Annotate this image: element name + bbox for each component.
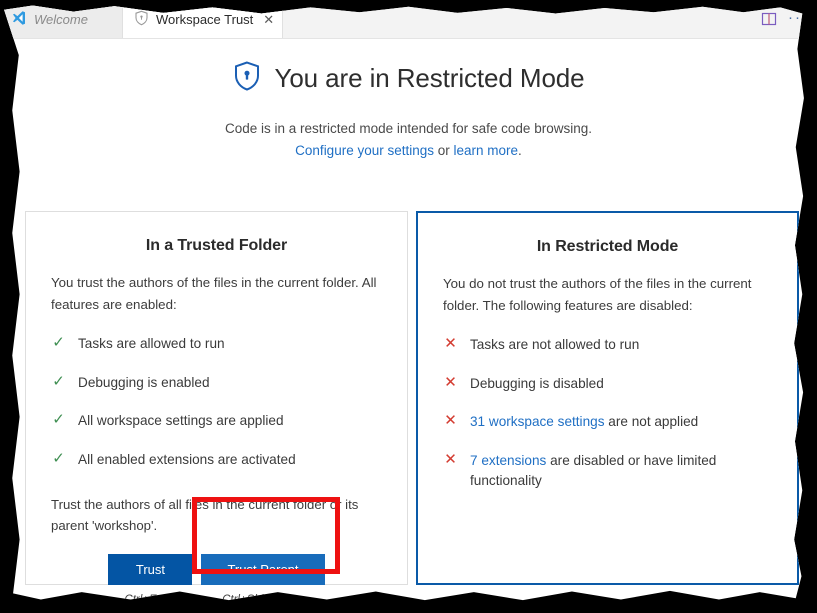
feature-text: are not applied [604, 414, 699, 430]
restricted-mode-panel: In Restricted Mode You do not trust the … [416, 211, 799, 585]
tab-workspace-trust[interactable]: Workspace Trust ✕ [123, 5, 283, 38]
trust-shortcut: Ctrl+Enter [124, 593, 177, 606]
list-item: ✓ Debugging is enabled [51, 373, 382, 393]
cross-icon: ✕ [444, 373, 457, 391]
screenshot-frame: Welcome Workspace Trust ✕ ··· You are in… [0, 0, 817, 613]
trust-parent-button[interactable]: Trust Parent [201, 553, 325, 585]
vscode-logo-icon [11, 10, 27, 29]
trust-parent-shortcut: Ctrl+Shift+Enter [222, 593, 304, 606]
tab-label: Workspace Trust [156, 11, 254, 27]
cross-icon: ✕ [444, 335, 457, 353]
trust-parent-button-group: Trust Parent Ctrl+Shift+Enter [201, 553, 325, 606]
check-icon: ✓ [52, 334, 65, 352]
subtitle-line-1: Code is in a restricted mode intended fo… [225, 121, 592, 136]
shield-lock-icon [232, 60, 262, 97]
feature-label: Debugging is disabled [470, 374, 772, 394]
list-item: ✓ All workspace settings are applied [51, 411, 382, 431]
trust-note: Trust the authors of all files in the cu… [51, 496, 359, 534]
feature-text: Tasks are not allowed to run [470, 337, 640, 353]
configure-settings-link[interactable]: Configure your settings [295, 143, 434, 158]
split-editor-icon[interactable] [760, 10, 778, 28]
title-row: You are in Restricted Mode [4, 60, 804, 97]
editor-tab-bar: Welcome Workspace Trust ✕ ··· [4, 5, 804, 39]
close-icon[interactable]: ✕ [263, 13, 274, 26]
restricted-feature-list: ✕ Tasks are not allowed to run ✕ Debuggi… [443, 335, 772, 491]
trusted-panel-title: In a Trusted Folder [145, 237, 288, 254]
tab-label: Welcome [34, 11, 88, 27]
trust-button-group: Trust Ctrl+Enter [108, 553, 193, 606]
trusted-feature-list: ✓ Tasks are allowed to run ✓ Debugging i… [51, 334, 382, 470]
feature-label: All enabled extensions are activated [78, 452, 296, 468]
subtitle-period: . [518, 143, 522, 159]
page-subtitle: Code is in a restricted mode intended fo… [4, 118, 804, 163]
trusted-panel-description: You trust the authors of the files in th… [51, 275, 377, 312]
check-icon: ✓ [52, 450, 65, 468]
feature-label: Debugging is enabled [78, 374, 210, 390]
list-item: ✕ 7 extensions are disabled or have limi… [443, 451, 772, 490]
feature-label: 7 extensions are disabled or have limite… [470, 451, 772, 490]
list-item: ✓ Tasks are allowed to run [51, 334, 382, 354]
list-item: ✕ Debugging is disabled [443, 374, 772, 394]
workspace-settings-link[interactable]: 31 workspace settings [470, 414, 605, 429]
subtitle-conjunction: or [434, 143, 454, 159]
restricted-panel-title: In Restricted Mode [536, 238, 679, 255]
editor-actions: ··· [760, 6, 804, 38]
trusted-folder-panel: In a Trusted Folder You trust the author… [25, 211, 408, 600]
more-actions-icon[interactable]: ··· [788, 10, 804, 29]
list-item: ✕ Tasks are not allowed to run [443, 335, 772, 355]
vscode-window: Welcome Workspace Trust ✕ ··· You are in… [4, 5, 804, 601]
extensions-link[interactable]: 7 extensions [470, 453, 546, 468]
check-icon: ✓ [52, 411, 65, 429]
cross-icon: ✕ [444, 412, 457, 430]
check-icon: ✓ [52, 372, 65, 390]
list-item: ✕ 31 workspace settings are not applied [443, 412, 772, 432]
restricted-panel-description: You do not trust the authors of the file… [443, 276, 752, 313]
subtitle-line-2: Configure your settings or learn more. [4, 140, 804, 162]
feature-label: All workspace settings are applied [78, 413, 284, 429]
feature-label: Tasks are allowed to run [78, 336, 225, 352]
learn-more-link[interactable]: learn more [454, 143, 519, 158]
page-title: You are in Restricted Mode [274, 63, 585, 93]
feature-label: 31 workspace settings are not applied [470, 412, 772, 432]
page-header: You are in Restricted Mode Code is in a … [4, 60, 804, 163]
feature-text: Debugging is disabled [470, 375, 604, 391]
trust-button-row: Trust Ctrl+Enter Trust Parent Ctrl+Shift… [51, 553, 382, 606]
tab-welcome[interactable]: Welcome [4, 5, 123, 38]
cross-icon: ✕ [444, 451, 457, 469]
list-item: ✓ All enabled extensions are activated [51, 450, 382, 470]
trust-button[interactable]: Trust [108, 553, 193, 585]
shield-icon [134, 10, 149, 29]
feature-label: Tasks are not allowed to run [470, 335, 772, 355]
